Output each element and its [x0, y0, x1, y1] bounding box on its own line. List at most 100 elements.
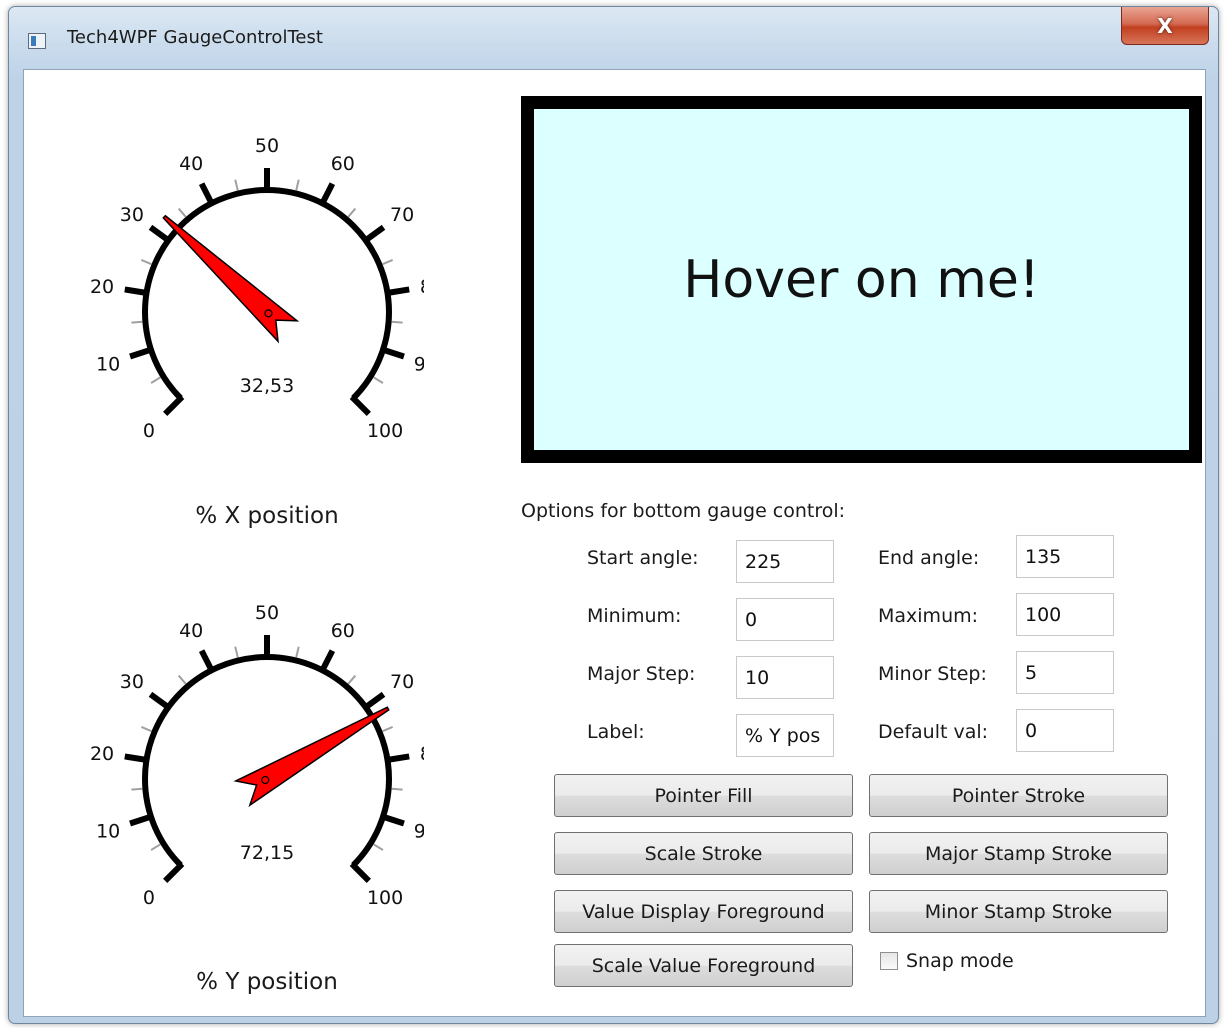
gauge-minor-tick: [373, 843, 384, 851]
gauge-scale-label: 40: [179, 153, 203, 175]
gauge-minor-tick: [373, 376, 384, 384]
hover-area[interactable]: Hover on me!: [521, 96, 1202, 463]
gauge-y-label: % Y position: [196, 969, 338, 995]
snap-mode-checkbox[interactable]: Snap mode: [880, 950, 1014, 972]
gauge-major-tick: [318, 649, 336, 674]
value-display-foreground-button[interactable]: Value Display Foreground: [554, 890, 853, 933]
gauge-major-tick: [362, 224, 386, 244]
gauge-x[interactable]: 0 10 20 30 40 50 60 70 80 90 100 32,53: [64, 95, 424, 475]
gauge-major-tick: [124, 753, 149, 764]
gauge-minor-tick: [347, 674, 357, 685]
scale-stroke-button[interactable]: Scale Stroke: [554, 832, 853, 875]
gauge-major-tick: [385, 753, 410, 764]
gauge-scale-label: 0: [143, 887, 155, 909]
gauge-major-tick: [129, 813, 154, 827]
gauge-scale-label: 100: [367, 420, 403, 442]
gauge-major-tick: [385, 286, 410, 297]
gauge-scale-label: 70: [390, 671, 414, 693]
minor-step-label: Minor Step:: [878, 663, 987, 685]
scale-value-foreground-button[interactable]: Scale Value Foreground: [554, 944, 853, 987]
window-title: Tech4WPF GaugeControlTest: [67, 27, 323, 48]
gauge-y[interactable]: 0 10 20 30 40 50 60 70 80 90 100 72,15: [64, 562, 424, 942]
gauge-scale-label: 50: [255, 602, 279, 624]
major-stamp-stroke-button[interactable]: Major Stamp Stroke: [869, 832, 1168, 875]
gauge-major-tick: [349, 861, 371, 883]
title-bar[interactable]: Tech4WPF GaugeControlTest X: [9, 7, 1218, 69]
gauge-scale-label: 60: [331, 620, 355, 642]
gauge-major-tick: [198, 649, 216, 674]
gauge-major-tick: [198, 182, 216, 207]
gauge-x-dial: 0 10 20 30 40 50 60 70 80 90 100 32,53: [90, 135, 424, 442]
snap-mode-checkbox-box[interactable]: [880, 952, 898, 970]
minimum-label: Minimum:: [587, 605, 682, 627]
gauge-value-display: 72,15: [240, 842, 294, 864]
maximum-label: Maximum:: [878, 605, 979, 627]
options-title: Options for bottom gauge control:: [521, 500, 846, 522]
end-angle-label: End angle:: [878, 547, 980, 569]
gauge-scale-arc: [142, 654, 392, 868]
minor-stamp-stroke-button[interactable]: Minor Stamp Stroke: [869, 890, 1168, 933]
gauge-minor-tick: [382, 259, 394, 266]
gauge-scale-label: 80: [420, 276, 424, 298]
gauge-major-tick: [380, 813, 405, 827]
label-input[interactable]: [736, 714, 834, 757]
gauge-minor-tick: [131, 320, 143, 324]
gauge-major-tick: [148, 224, 172, 244]
gauge-major-tick: [362, 691, 386, 711]
app-window-icon: [28, 33, 46, 49]
gauge-major-tick: [124, 286, 149, 297]
gauge-minor-tick: [150, 376, 161, 384]
maximum-input[interactable]: [1016, 593, 1114, 636]
close-button[interactable]: X: [1121, 7, 1209, 45]
gauge-major-tick: [129, 346, 154, 360]
gauge-minor-tick: [295, 179, 300, 191]
gauge-scale-label: 90: [414, 354, 424, 376]
start-angle-input[interactable]: [736, 540, 834, 583]
default-val-input[interactable]: [1016, 709, 1114, 752]
gauge-minor-tick: [140, 726, 152, 733]
major-step-label: Major Step:: [587, 663, 696, 685]
gauge-minor-tick: [382, 726, 394, 733]
gauge-scale-label: 90: [414, 821, 424, 843]
gauge-minor-tick: [131, 787, 143, 791]
hover-area-text: Hover on me!: [683, 249, 1040, 310]
gauge-y-dial: 0 10 20 30 40 50 60 70 80 90 100 72,15: [90, 602, 424, 909]
gauge-scale-label: 0: [143, 420, 155, 442]
label-field-label: Label:: [587, 721, 645, 743]
pointer-fill-button[interactable]: Pointer Fill: [554, 774, 853, 817]
gauge-scale-label: 60: [331, 153, 355, 175]
snap-mode-label: Snap mode: [906, 950, 1014, 972]
gauge-minor-tick: [391, 787, 403, 791]
major-step-input[interactable]: [736, 656, 834, 699]
gauge-minor-tick: [391, 320, 403, 324]
gauge-minor-tick: [177, 207, 187, 218]
default-val-label: Default val:: [878, 721, 989, 743]
gauge-major-tick: [318, 182, 336, 207]
gauge-major-tick: [380, 346, 405, 360]
gauge-scale-label: 70: [390, 204, 414, 226]
end-angle-input[interactable]: [1016, 535, 1114, 578]
gauge-scale-label: 20: [90, 276, 114, 298]
gauge-scale-label: 20: [90, 743, 114, 765]
gauge-value-display: 32,53: [240, 375, 294, 397]
gauge-scale-label: 80: [420, 743, 424, 765]
gauge-pointer: [162, 214, 300, 344]
minor-step-input[interactable]: [1016, 651, 1114, 694]
gauge-minor-tick: [295, 646, 300, 658]
gauge-minor-tick: [177, 674, 187, 685]
gauge-minor-tick: [140, 259, 152, 266]
minimum-input[interactable]: [736, 598, 834, 641]
client-area: 010203040506070809010032,53 % X position…: [23, 69, 1206, 1017]
start-angle-label: Start angle:: [587, 547, 699, 569]
gauge-scale-label: 100: [367, 887, 403, 909]
gauge-major-tick: [163, 394, 185, 416]
gauge-scale-arc: [142, 187, 392, 401]
gauge-major-tick: [163, 861, 185, 883]
gauge-minor-tick: [150, 843, 161, 851]
pointer-stroke-button[interactable]: Pointer Stroke: [869, 774, 1168, 817]
gauge-scale-label: 40: [179, 620, 203, 642]
gauge-scale-label: 30: [120, 671, 144, 693]
gauge-pointer: [233, 706, 390, 808]
gauge-scale-label: 30: [120, 204, 144, 226]
gauge-scale-label: 10: [96, 354, 120, 376]
